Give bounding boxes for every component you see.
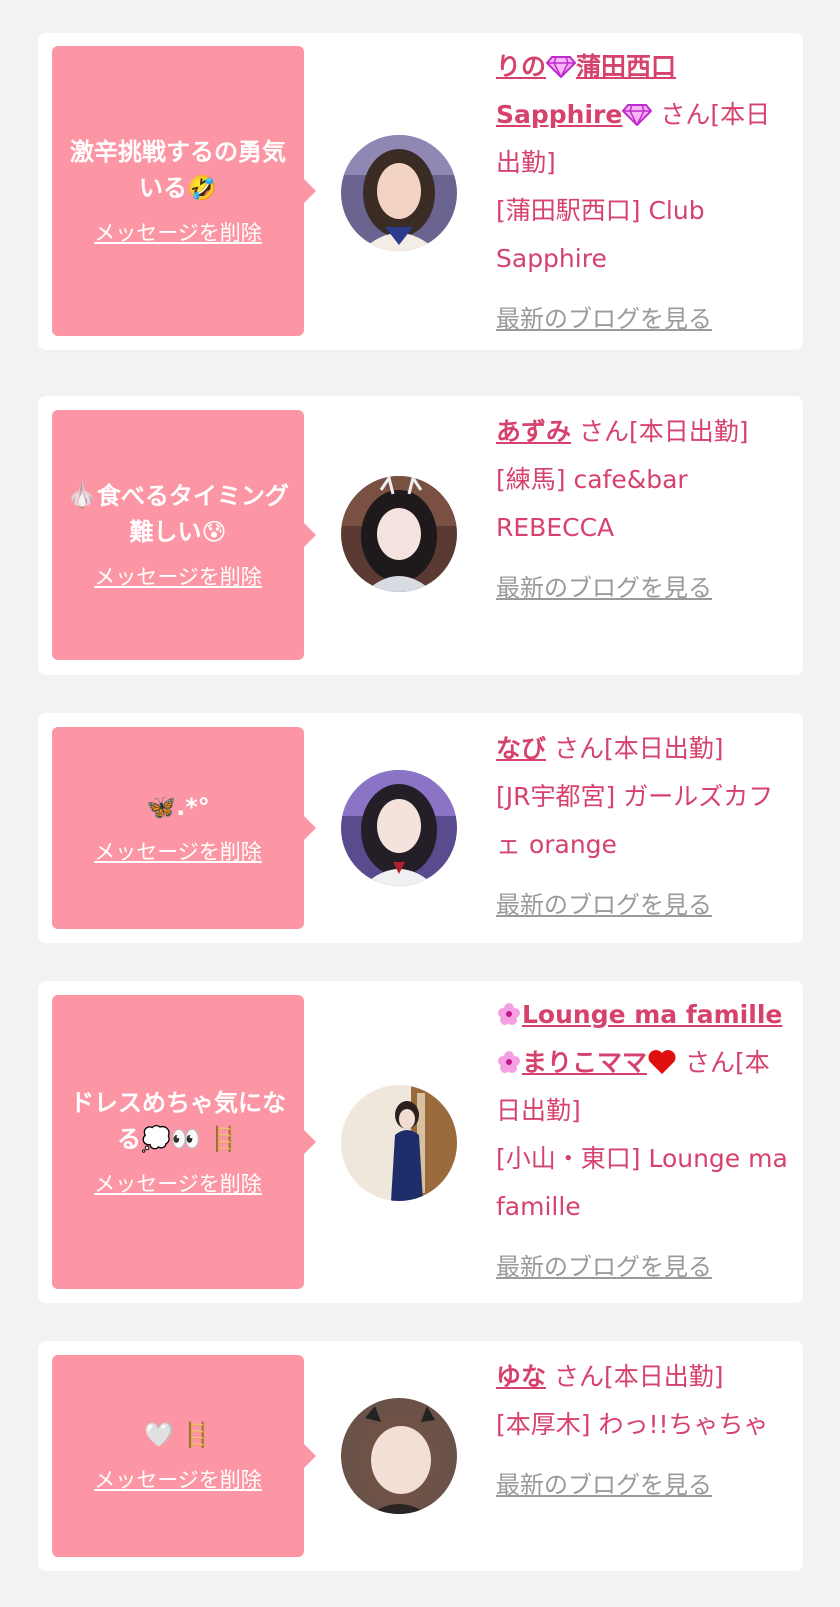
latest-blog-link[interactable]: 最新のブログを見る [496,1461,791,1509]
shop-info: [蒲田駅西口] Club Sapphire [496,196,705,273]
favorite-card: 激辛挑戦するの勇気いる🤣 メッセージを削除 りの 蒲田西口 Sapphire さん[… [38,33,803,350]
cast-name-link[interactable]: りの 蒲田西口 Sapphire [496,52,676,129]
shop-info: [小山・東口] Lounge ma famille [496,1144,788,1221]
flower-icon [496,1043,522,1073]
cast-info: りの 蒲田西口 Sapphire さん[本日出勤] [蒲田駅西口] Club Sap… [496,43,791,343]
message-text: 激辛挑戦するの勇気いる🤣 [70,138,286,202]
favorite-card: 🧄食べるタイミング難しい😰 メッセージを削除 あずみ さん[本日出勤] [練馬] … [38,396,803,675]
cast-info: Lounge ma famille まりこママ さん[本日出勤] [小山・東口] L… [496,991,791,1291]
status-text: さん[本日出勤] [554,1362,724,1391]
cast-name-link[interactable]: あずみ [496,417,571,446]
cast-name-line1: Lounge ma famille [522,1000,783,1029]
message-bubble: 🧄食べるタイミング難しい😰 メッセージを削除 [52,410,316,660]
favorite-card: 🤍 🪜 メッセージを削除 ゆな さん[本日出勤] [本厚木] わっ!!ちゃちゃ 最… [38,1341,803,1571]
delete-message-link[interactable]: メッセージを削除 [94,218,262,248]
shop-info: [JR宇都宮] ガールズカフェ orange [496,782,774,859]
shop-info: [本厚木] わっ!!ちゃちゃ [496,1410,769,1439]
heart-icon [647,1043,677,1074]
delete-message-link[interactable]: メッセージを削除 [94,1465,262,1495]
cast-info: ゆな さん[本日出勤] [本厚木] わっ!!ちゃちゃ 最新のブログを見る [496,1353,791,1509]
shop-info: [練馬] cafe&bar REBECCA [496,465,688,542]
avatar[interactable] [341,476,457,592]
cast-name: りの [496,52,547,81]
message-bubble: 🦋.*° メッセージを削除 [52,727,316,929]
flower-icon [496,995,522,1025]
message-bubble: ドレスめちゃ気になる💭👀 🪜 メッセージを削除 [52,995,316,1289]
delete-message-link[interactable]: メッセージを削除 [94,562,262,592]
gem-icon [545,46,577,79]
cast-info: あずみ さん[本日出勤] [練馬] cafe&bar REBECCA 最新のブログ… [496,408,791,612]
latest-blog-link[interactable]: 最新のブログを見る [496,881,791,929]
cast-name-line2: まりこママ [522,1048,648,1077]
gem-icon [621,94,653,127]
status-text: さん[本日出勤] [554,734,724,763]
favorite-card: ドレスめちゃ気になる💭👀 🪜 メッセージを削除 Lounge ma famill… [38,981,803,1303]
avatar[interactable] [341,770,457,886]
message-text: 🦋.*° [146,793,210,821]
message-bubble: 激辛挑戦するの勇気いる🤣 メッセージを削除 [52,46,316,336]
avatar[interactable] [341,1085,457,1201]
cast-name-link[interactable]: なび [496,734,546,763]
message-text: 🧄食べるタイミング難しい😰 [67,482,289,546]
delete-message-link[interactable]: メッセージを削除 [94,1169,262,1199]
avatar[interactable] [341,135,457,251]
cast-info: なび さん[本日出勤] [JR宇都宮] ガールズカフェ orange 最新のブログ… [496,725,791,929]
latest-blog-link[interactable]: 最新のブログを見る [496,295,791,343]
favorite-card: 🦋.*° メッセージを削除 なび さん[本日出勤] [JR宇都宮] ガールズカフェ… [38,713,803,943]
latest-blog-link[interactable]: 最新のブログを見る [496,564,791,612]
status-text: さん[本日出勤] [579,417,749,446]
cast-name-link[interactable]: ゆな [496,1362,546,1391]
message-bubble: 🤍 🪜 メッセージを削除 [52,1355,316,1557]
message-text: ドレスめちゃ気になる💭👀 🪜 [70,1089,286,1153]
message-text: 🤍 🪜 [143,1421,213,1449]
delete-message-link[interactable]: メッセージを削除 [94,837,262,867]
latest-blog-link[interactable]: 最新のブログを見る [496,1243,791,1291]
avatar[interactable] [341,1398,457,1514]
